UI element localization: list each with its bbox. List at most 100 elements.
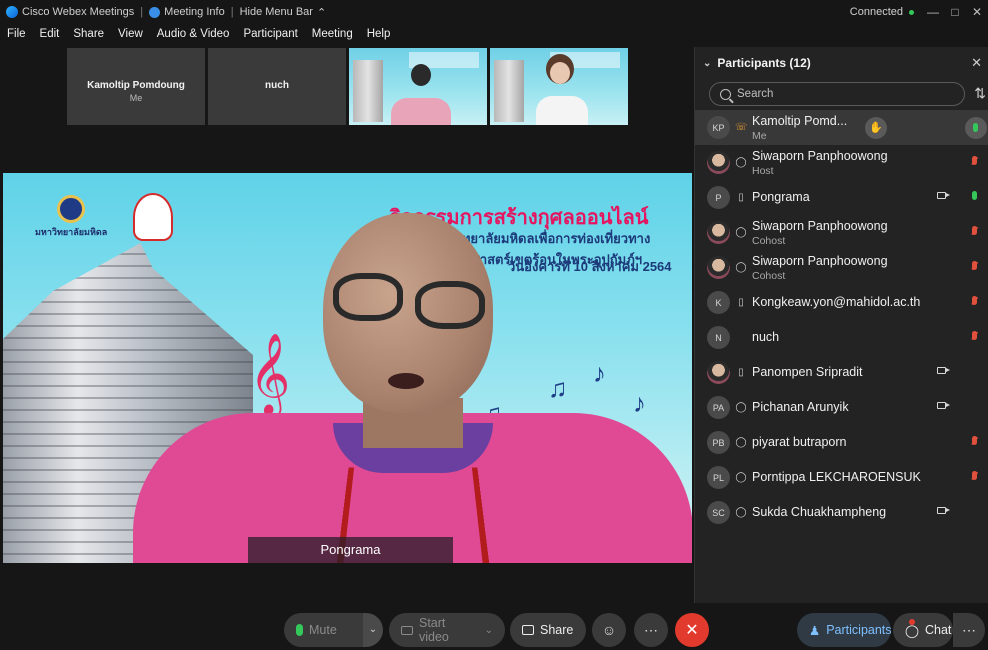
phone-audio-icon: ☏ xyxy=(735,122,748,133)
webex-logo-icon xyxy=(6,6,18,18)
participant-name: Kongkeaw.yon@mahidol.ac.th xyxy=(752,295,921,309)
participant-name: Pichanan Arunyik xyxy=(752,400,849,414)
participant-row[interactable]: ◯ Siwaporn Panphoowong Cohost xyxy=(695,250,988,285)
minimize-icon[interactable]: — xyxy=(922,5,944,19)
mobile-icon: ▯ xyxy=(738,367,744,378)
participant-name: nuch xyxy=(752,330,780,344)
video-tile-camera-1[interactable] xyxy=(349,48,487,125)
avatar: P xyxy=(707,186,730,209)
microphone-muted-icon[interactable] xyxy=(972,261,977,270)
headset-icon: ◯ xyxy=(735,227,747,238)
headset-icon: ◯ xyxy=(735,507,747,518)
microphone-muted-icon[interactable] xyxy=(972,156,977,165)
hospital-logo-icon xyxy=(133,193,173,241)
microphone-icon[interactable] xyxy=(972,191,977,200)
avatar: K xyxy=(707,291,730,314)
chevron-down-icon[interactable]: ⌄ xyxy=(703,58,711,69)
avatar xyxy=(707,361,730,384)
tile-participant-body xyxy=(391,98,451,125)
close-window-icon[interactable]: ✕ xyxy=(966,5,988,19)
close-panel-icon[interactable]: ✕ xyxy=(971,55,982,71)
participant-row[interactable]: PL ◯ Porntippa LEKCHAROENSUK xyxy=(695,460,988,495)
window-controls: Connected — □ ✕ xyxy=(850,0,988,24)
participant-row[interactable]: ◯ Siwaporn Panphoowong Host xyxy=(695,145,988,180)
app-title: Cisco Webex Meetings xyxy=(0,6,140,18)
more-dots-icon: ⋯ xyxy=(962,621,976,638)
participant-row[interactable]: P ▯ Pongrama xyxy=(695,180,988,215)
participant-row[interactable]: PA ◯ Pichanan Arunyik xyxy=(695,390,988,425)
chevron-down-icon[interactable]: ⌄ xyxy=(485,625,493,636)
meeting-info-icon xyxy=(149,6,161,18)
music-note-icon: ♫ xyxy=(548,373,568,403)
menu-edit[interactable]: Edit xyxy=(33,26,67,46)
reactions-button[interactable]: ☺ xyxy=(592,613,626,647)
participant-row[interactable]: PB ◯ piyarat butraporn xyxy=(695,425,988,460)
video-camera-icon xyxy=(937,367,950,374)
microphone-muted-icon[interactable] xyxy=(972,471,977,480)
tile-name: nuch xyxy=(265,80,289,91)
hide-menu-bar-label: Hide Menu Bar xyxy=(239,6,313,18)
person-icon: ♟ xyxy=(809,623,821,638)
microphone-muted-icon[interactable] xyxy=(972,331,977,340)
meeting-info-label: Meeting Info xyxy=(164,6,225,18)
search-placeholder: Search xyxy=(737,88,774,100)
menu-file[interactable]: File xyxy=(0,26,33,46)
participant-row[interactable]: KP ☏ Kamoltip Pomd... Me ✋ xyxy=(695,110,988,145)
avatar xyxy=(707,151,730,174)
chat-button[interactable]: ◯ Chat xyxy=(893,613,953,647)
mic-toggle-button[interactable] xyxy=(965,117,987,139)
sort-icon[interactable]: ⇅ xyxy=(974,85,986,102)
menu-participant[interactable]: Participant xyxy=(236,26,304,46)
end-meeting-button[interactable]: ✕ xyxy=(675,613,709,647)
headset-icon: ◯ xyxy=(735,157,747,168)
participant-role: Me xyxy=(752,130,767,142)
participant-row[interactable]: K ▯ Kongkeaw.yon@mahidol.ac.th xyxy=(695,285,988,320)
menu-help[interactable]: Help xyxy=(360,26,398,46)
avatar xyxy=(707,256,730,279)
participant-name: Pongrama xyxy=(752,190,810,204)
microphone-muted-icon[interactable] xyxy=(972,226,977,235)
headset-icon: ◯ xyxy=(735,472,747,483)
participant-row[interactable]: ◯ Siwaporn Panphoowong Cohost xyxy=(695,215,988,250)
participants-label: Participants xyxy=(826,623,892,637)
microphone-muted-icon[interactable] xyxy=(972,436,977,445)
participant-row[interactable]: ▯ Panompen Sripradit xyxy=(695,355,988,390)
video-tile-self[interactable]: Kamoltip Pomdoung Me xyxy=(67,48,205,125)
tile-name: Kamoltip Pomdoung xyxy=(87,80,185,91)
microphone-muted-icon[interactable] xyxy=(972,296,977,305)
main-speaker-video[interactable]: มหาวิทยาลัยมหิดล กิจกรรมการสร้างกุศลออนไ… xyxy=(3,173,692,563)
participants-panel-header[interactable]: ⌄ Participants (12) xyxy=(695,47,988,79)
connection-status: Connected xyxy=(850,6,914,18)
start-video-button[interactable]: Start video ⌄ xyxy=(389,613,505,647)
menu-bar: File Edit Share View Audio & Video Parti… xyxy=(0,26,397,46)
avatar: PB xyxy=(707,431,730,454)
panel-options-button[interactable]: ⋯ xyxy=(953,613,985,647)
participant-row[interactable]: SC ◯ Sukda Chuakhampheng xyxy=(695,495,988,530)
hide-menu-bar-button[interactable]: Hide Menu Bar ⌃ xyxy=(234,6,333,19)
participant-role: Cohost xyxy=(752,270,786,282)
avatar: N xyxy=(707,326,730,349)
share-button[interactable]: Share xyxy=(510,613,586,647)
menu-audio-video[interactable]: Audio & Video xyxy=(150,26,237,46)
music-note-icon: ♪ xyxy=(633,388,646,418)
raise-hand-icon[interactable]: ✋ xyxy=(865,117,887,139)
menu-view[interactable]: View xyxy=(111,26,150,46)
webex-meeting-window: Cisco Webex Meetings | Meeting Info | Hi… xyxy=(0,0,988,650)
meeting-info-button[interactable]: Meeting Info xyxy=(143,6,231,18)
participant-row[interactable]: Nnuch xyxy=(695,320,988,355)
menu-share[interactable]: Share xyxy=(66,26,111,46)
video-tile-camera-2[interactable] xyxy=(490,48,628,125)
video-tile-nuch[interactable]: nuch xyxy=(208,48,346,125)
chat-notification-badge xyxy=(909,619,915,625)
maximize-icon[interactable]: □ xyxy=(944,5,966,19)
start-video-label: Start video xyxy=(418,616,449,644)
more-options-button[interactable]: ⋯ xyxy=(634,613,668,647)
speaker-name-label: Pongrama xyxy=(248,537,453,563)
audio-options-dropdown[interactable]: ⌄ xyxy=(363,613,383,647)
participants-button[interactable]: ♟ Participants xyxy=(797,613,892,647)
menu-meeting[interactable]: Meeting xyxy=(305,26,360,46)
participant-search-input[interactable]: Search xyxy=(709,82,965,106)
speaker-mouth xyxy=(388,373,424,389)
microphone-icon xyxy=(296,624,303,636)
app-name: Cisco Webex Meetings xyxy=(22,6,135,18)
